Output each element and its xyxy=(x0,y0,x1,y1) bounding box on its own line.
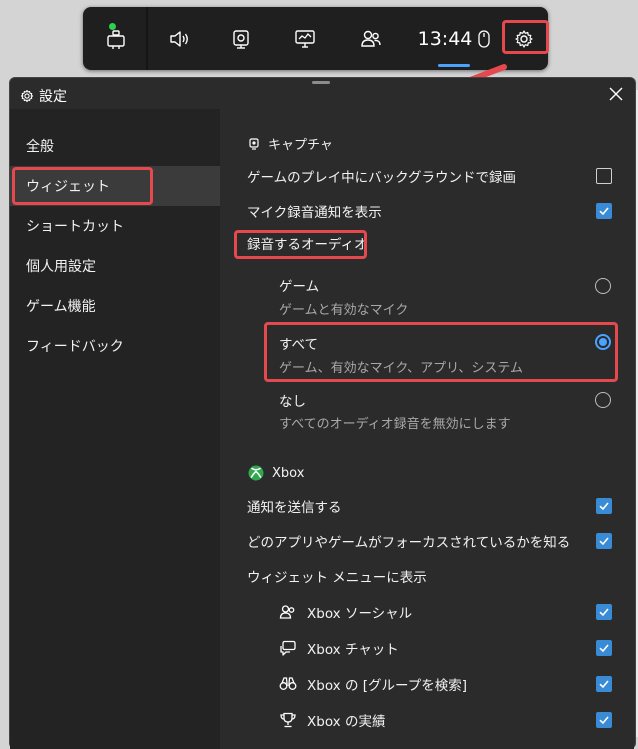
widget-xbox-achievements-label: Xbox の実績 xyxy=(307,714,386,730)
people-icon xyxy=(361,30,381,47)
audio-option-game-subtitle: ゲームと有効なマイク xyxy=(279,303,409,318)
focus-row: どのアプリやゲームがフォーカスされているかを知る xyxy=(247,531,570,551)
focus-label: どのアプリやゲームがフォーカスされているかを知る xyxy=(247,535,571,551)
sidebar-item-general[interactable]: 全般 xyxy=(10,126,220,166)
check-icon xyxy=(599,537,609,546)
check-icon xyxy=(599,207,609,216)
check-icon xyxy=(599,608,609,617)
background-record-row: ゲームのプレイ中にバックグラウンドで録画 xyxy=(247,166,516,186)
sidebar-item-shortcuts[interactable]: ショートカット xyxy=(10,206,220,246)
audio-option-none-radio[interactable] xyxy=(595,392,611,408)
status-dot xyxy=(109,23,116,30)
widget-menu-icon xyxy=(107,29,125,49)
sidebar-item-feedback[interactable]: フィードバック xyxy=(10,326,220,366)
widget-xbox-lfg-checkbox[interactable] xyxy=(596,676,612,692)
widget-xbox-social-row: Xbox ソーシャル xyxy=(279,602,412,622)
capture-section-label: キャプチャ xyxy=(268,138,333,153)
audio-option-game-title[interactable]: ゲーム xyxy=(279,275,319,295)
chat-icon xyxy=(280,640,296,656)
mic-notify-row: マイク録音通知を表示 xyxy=(247,201,382,221)
trophy-icon xyxy=(280,712,296,728)
performance-button[interactable] xyxy=(281,7,329,70)
capture-section-title: キャプチャ xyxy=(248,134,333,153)
widget-menu-button[interactable] xyxy=(91,7,141,70)
audio-option-none-subtitle: すべてのオーディオ録音を無効にします xyxy=(279,417,511,432)
widget-xbox-social-checkbox[interactable] xyxy=(596,604,612,620)
widget-menu-label: ウィジェット メニューに表示 xyxy=(247,570,427,586)
game-bar-divider xyxy=(146,7,148,70)
drag-handle[interactable] xyxy=(312,81,330,84)
widget-menu-row: ウィジェット メニューに表示 xyxy=(247,566,427,586)
widget-xbox-lfg-label: Xbox の [グループを検索] xyxy=(307,678,467,694)
background-record-label: ゲームのプレイ中にバックグラウンドで録画 xyxy=(247,170,517,186)
mouse-button[interactable] xyxy=(471,7,497,70)
social-button[interactable] xyxy=(347,7,395,70)
sidebar-item-gaming-features[interactable]: ゲーム機能 xyxy=(10,286,220,326)
people-icon xyxy=(279,605,295,619)
highlight-widgets-item xyxy=(12,167,153,205)
send-notifications-label: 通知を送信する xyxy=(247,500,342,516)
widget-xbox-chat-label: Xbox チャット xyxy=(307,642,399,658)
webcam-icon xyxy=(233,29,249,49)
settings-content: キャプチャ ゲームのプレイ中にバックグラウンドで録画 マイク録音通知を表示 録音… xyxy=(220,109,634,749)
check-icon xyxy=(599,502,609,511)
gear-icon xyxy=(20,89,34,103)
widget-xbox-achievements-checkbox[interactable] xyxy=(596,712,612,728)
check-icon xyxy=(599,680,609,689)
sidebar: 全般 ウィジェット ショートカット 個人用設定 ゲーム機能 フィードバック xyxy=(10,109,220,749)
window-title: 設定 xyxy=(20,86,67,106)
sidebar-item-personalization[interactable]: 個人用設定 xyxy=(10,246,220,286)
close-icon xyxy=(609,87,623,101)
monitor-chart-icon xyxy=(295,29,315,48)
focus-checkbox[interactable] xyxy=(596,533,612,549)
audio-option-none-title[interactable]: なし xyxy=(279,390,306,410)
widget-xbox-achievements-row: Xbox の実績 xyxy=(279,710,385,730)
widget-xbox-chat-checkbox[interactable] xyxy=(596,640,612,656)
audio-button[interactable] xyxy=(155,7,203,70)
binoculars-icon xyxy=(279,677,297,690)
check-icon xyxy=(599,644,609,653)
xbox-section-label: Xbox xyxy=(272,465,305,481)
highlight-all-option xyxy=(264,322,618,382)
mouse-icon xyxy=(478,29,490,48)
xbox-logo-icon xyxy=(248,465,264,481)
mic-notify-checkbox[interactable] xyxy=(596,203,612,219)
game-bar: 13:44 xyxy=(83,7,548,70)
widget-xbox-social-label: Xbox ソーシャル xyxy=(307,606,413,622)
mic-notify-label: マイク録音通知を表示 xyxy=(247,205,382,221)
widget-xbox-chat-row: Xbox チャット xyxy=(279,638,399,658)
window-title-text: 設定 xyxy=(39,89,67,105)
highlight-audio-heading xyxy=(234,230,367,259)
audio-option-game-radio[interactable] xyxy=(595,278,611,294)
capture-button[interactable] xyxy=(217,7,265,70)
highlight-settings-button xyxy=(502,20,549,54)
speaker-icon xyxy=(170,30,188,47)
background-record-checkbox[interactable] xyxy=(596,168,612,184)
widget-xbox-lfg-row: Xbox の [グループを検索] xyxy=(279,674,467,694)
check-icon xyxy=(599,716,609,725)
xbox-section-title: Xbox xyxy=(248,465,304,481)
send-notifications-checkbox[interactable] xyxy=(596,498,612,514)
close-button[interactable] xyxy=(606,84,626,104)
capture-icon xyxy=(249,137,259,150)
send-notifications-row: 通知を送信する xyxy=(247,496,342,516)
